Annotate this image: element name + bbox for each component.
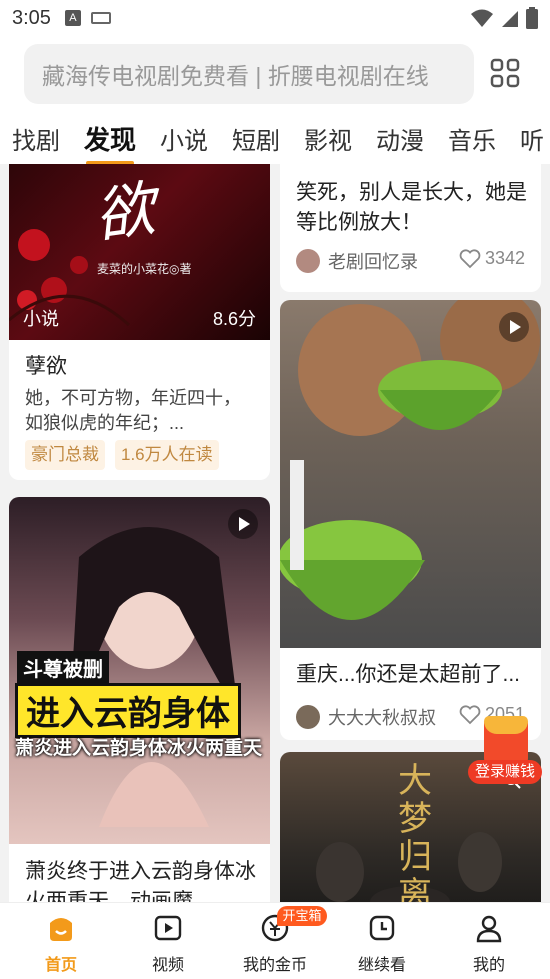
heart-icon — [459, 248, 481, 268]
bottom-nav: 首页 视频 我的金币 继续看 我的 — [0, 902, 550, 979]
status-bar: 3:05 A — [0, 0, 550, 36]
tab-film[interactable]: 影视 — [304, 121, 352, 156]
category-tabs: 找剧 发现 小说 短剧 影视 动漫 音乐 听 — [0, 112, 550, 164]
tab-anime[interactable]: 动漫 — [376, 121, 424, 156]
app-root: 3:05 A 藏海传电视剧免费看 | 折腰电视剧在线 找剧 发现 小说 短剧 影… — [0, 0, 550, 979]
nav-home-label: 首页 — [44, 957, 77, 974]
nav-video-label: 视频 — [151, 957, 184, 974]
login-reward-button[interactable]: 登录赚钱 — [468, 716, 542, 786]
status-time: 3:05 — [12, 6, 51, 29]
novel-tag-genre: 豪门总裁 — [25, 440, 105, 470]
red-packet-icon — [484, 716, 528, 766]
nav-profile-label: 我的 — [472, 957, 505, 974]
anime-cover: 斗尊被删 进入云韵身体 萧炎进入云韵身体冰火两重天 — [9, 497, 270, 844]
avatar — [296, 249, 320, 273]
grid-menu-icon[interactable] — [490, 58, 520, 88]
nav-video[interactable]: 视频 — [113, 903, 223, 979]
search-header: 藏海传电视剧免费看 | 折腰电视剧在线 — [0, 36, 550, 112]
video-card-food[interactable]: 重庆...你还是太超前了... 大大大秋叔叔 2051 — [280, 300, 541, 740]
anime-title: 萧炎终于进入云韵身体冰火两重天，动画魔 — [25, 860, 256, 902]
anime-overlay-main: 进入云韵身体 — [15, 683, 241, 738]
search-placeholder: 藏海传电视剧免费看 | 折腰电视剧在线 — [42, 63, 429, 89]
login-reward-label: 登录赚钱 — [468, 760, 542, 784]
nav-coins-label: 我的金币 — [242, 957, 307, 974]
tab-find-drama[interactable]: 找剧 — [12, 121, 60, 156]
nav-continue-label: 继续看 — [357, 957, 406, 974]
discover-feed: 欲 麦菜的小菜花◎著 小说 8.6分 孽欲 她，不可方物，年近四十，如狼似虎的年… — [0, 164, 550, 902]
tab-listen[interactable]: 听 — [520, 121, 544, 156]
search-box[interactable]: 藏海传电视剧免费看 | 折腰电视剧在线 — [24, 44, 474, 104]
tab-short-drama[interactable]: 短剧 — [232, 121, 280, 156]
funny-author[interactable]: 老剧回忆录 — [296, 248, 418, 274]
funny-like-count: 3342 — [484, 248, 525, 268]
notification-a-icon: A — [64, 10, 81, 26]
funny-title: 笑死，别人是长大，她是等比例放大！ — [296, 181, 527, 234]
food-title: 重庆...你还是太超前了... — [296, 663, 521, 686]
nav-continue[interactable]: 继续看 — [327, 903, 437, 979]
battery-icon — [526, 7, 538, 29]
novel-tag-readers: 1.6万人在读 — [115, 440, 219, 470]
tab-novel[interactable]: 小说 — [160, 121, 208, 156]
novel-title: 孽欲 — [25, 355, 67, 378]
anime-card[interactable]: 斗尊被删 进入云韵身体 萧炎进入云韵身体冰火两重天 萧炎终于进入云韵身体冰火两重… — [9, 497, 270, 902]
drama-cover-title: 大梦归离 — [398, 761, 432, 902]
funny-likes[interactable]: 3342 — [459, 248, 525, 269]
food-author-name: 大大大秋叔叔 — [328, 708, 436, 728]
video-card-funny[interactable]: 笑死，别人是长大，她是等比例放大！ 老剧回忆录 3342 — [280, 164, 541, 292]
signal-icon — [502, 11, 518, 27]
user-icon — [476, 915, 502, 943]
play-icon — [499, 312, 529, 342]
anime-overlay-tag: 斗尊被删 — [17, 651, 109, 684]
novel-cover: 欲 麦菜的小菜花◎著 小说 8.6分 — [9, 164, 270, 340]
food-cover — [280, 300, 541, 648]
clock-icon — [369, 915, 395, 941]
tab-discover[interactable]: 发现 — [84, 120, 136, 164]
novel-cover-author: 麦菜的小菜花◎著 — [97, 262, 192, 276]
wifi-icon — [471, 9, 493, 27]
nav-profile[interactable]: 我的 — [434, 903, 544, 979]
anime-overlay-sub: 萧炎进入云韵身体冰火两重天 — [15, 738, 263, 759]
tab-music[interactable]: 音乐 — [448, 121, 496, 156]
keyboard-icon — [90, 12, 111, 24]
home-icon — [50, 918, 72, 941]
novel-cover-title: 欲 — [90, 174, 160, 252]
avatar — [296, 705, 320, 729]
video-icon — [154, 915, 182, 941]
food-author[interactable]: 大大大秋叔叔 — [296, 704, 436, 730]
nav-home[interactable]: 首页 — [6, 903, 116, 979]
food-illustration — [280, 300, 540, 620]
novel-category: 小说 — [23, 309, 59, 329]
novel-description: 她，不可方物，年近四十，如狼似虎的年纪；... — [25, 388, 241, 433]
funny-author-name: 老剧回忆录 — [328, 252, 418, 272]
treasure-box-badge[interactable]: 开宝箱 — [277, 906, 327, 926]
play-icon — [228, 509, 258, 539]
novel-score: 8.6分 — [212, 309, 256, 329]
novel-card[interactable]: 欲 麦菜的小菜花◎著 小说 8.6分 孽欲 她，不可方物，年近四十，如狼似虎的年… — [9, 164, 270, 480]
